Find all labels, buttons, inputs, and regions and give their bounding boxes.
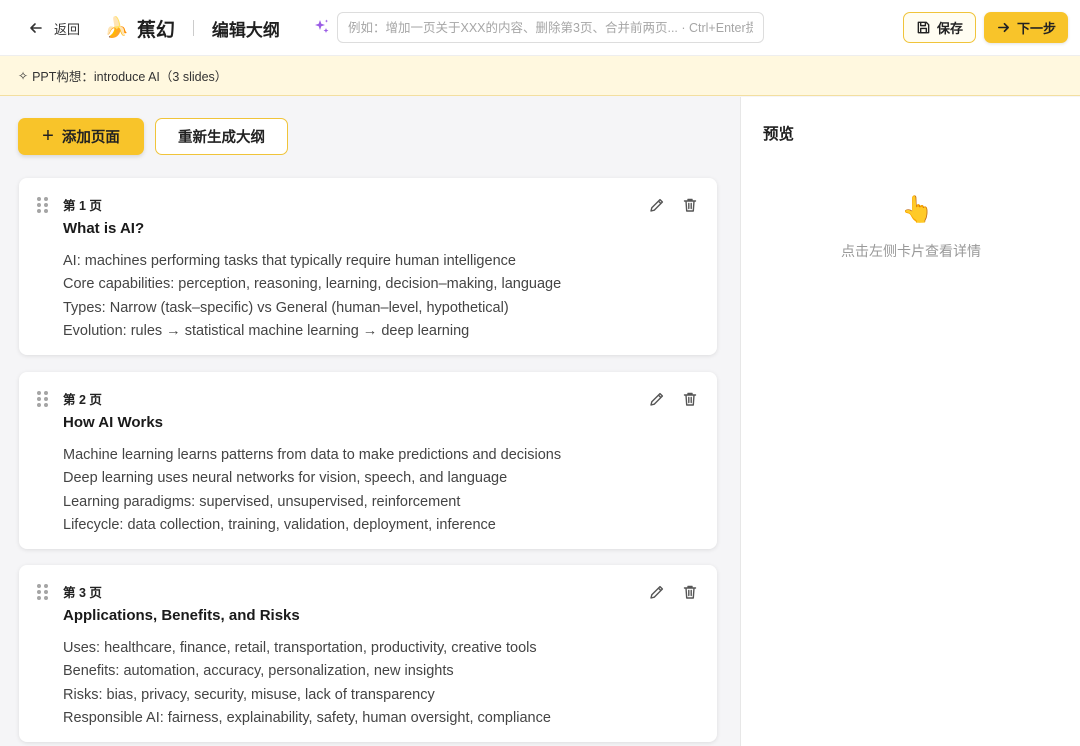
top-header: 返回 🍌 蕉幻 编辑大纲 保存 下一步 <box>0 0 1080 56</box>
page-point: Uses: healthcare, finance, retail, trans… <box>63 640 537 656</box>
add-page-button[interactable]: + 添加页面 <box>18 118 144 155</box>
page-points: AI: machines performing tasks that typic… <box>63 250 561 343</box>
banana-logo-icon: 🍌 <box>104 17 129 39</box>
save-button[interactable]: 保存 <box>903 12 976 43</box>
trash-icon[interactable] <box>681 390 699 408</box>
page-title-text: How AI Works <box>63 414 164 431</box>
page-points: Machine learning learns patterns from da… <box>63 444 561 537</box>
ai-sparkle-icon <box>315 19 329 33</box>
save-label: 保存 <box>936 21 963 36</box>
title-divider <box>192 20 194 36</box>
page-point: Core capabilities: perception, reasoning… <box>63 276 562 293</box>
outline-panel: + 添加页面 重新生成大纲 第 1 页 What is AI? AI: mach… <box>0 97 740 746</box>
brand: 🍌 蕉幻 编辑大纲 <box>104 14 280 42</box>
drag-handle-icon[interactable] <box>37 584 48 600</box>
next-step-button[interactable]: 下一步 <box>984 12 1068 43</box>
plus-icon: + <box>42 124 54 147</box>
arrow-left-icon <box>30 23 42 33</box>
drag-handle-icon[interactable] <box>37 197 48 213</box>
edit-icon[interactable] <box>648 583 666 601</box>
page-point: Learning paradigms: supervised, unsuperv… <box>63 493 461 510</box>
add-page-label: 添加页面 <box>61 130 120 146</box>
page-number: 第 2 页 <box>63 393 102 407</box>
trash-icon[interactable] <box>681 196 699 214</box>
preview-title: 预览 <box>763 126 795 143</box>
preview-hint: 点击左侧卡片查看详情 <box>841 243 981 259</box>
page-point: Responsible AI: fairness, explainability… <box>63 709 551 726</box>
page-card[interactable]: 第 3 页 Applications, Benefits, and Risks … <box>19 565 717 742</box>
edit-icon[interactable] <box>648 390 666 408</box>
next-step-label: 下一步 <box>1016 21 1056 36</box>
page-number: 第 3 页 <box>63 586 102 600</box>
back-button[interactable]: 返回 <box>28 17 80 39</box>
regenerate-outline-button[interactable]: 重新生成大纲 <box>155 118 288 155</box>
page-title-text: Applications, Benefits, and Risks <box>63 607 300 624</box>
edit-icon[interactable] <box>648 196 666 214</box>
sparkle-icon: ✧ <box>18 68 29 83</box>
page-card[interactable]: 第 1 页 What is AI? AI: machines performin… <box>19 178 717 355</box>
page-number: 第 1 页 <box>63 199 102 213</box>
page-point: AI: machines performing tasks that typic… <box>63 253 516 269</box>
page-title: 编辑大纲 <box>211 20 280 40</box>
back-label: 返回 <box>54 21 81 37</box>
page-point: Machine learning learns patterns from da… <box>63 447 562 463</box>
page-point: Risks: bias, privacy, security, misuse, … <box>63 686 435 703</box>
page-points: Uses: healthcare, finance, retail, trans… <box>63 637 551 730</box>
page-point: Evolution: rules → statistical machine l… <box>63 322 470 339</box>
page-point: Deep learning uses neural networks for v… <box>63 470 508 487</box>
page-point: Benefits: automation, accuracy, personal… <box>63 663 454 680</box>
idea-text: PPT构想：introduce AI（3 slides） <box>32 70 228 84</box>
ai-command-input[interactable] <box>337 12 764 43</box>
drag-handle-icon[interactable] <box>37 391 48 407</box>
trash-icon[interactable] <box>681 583 699 601</box>
page-point: Lifecycle: data collection, training, va… <box>63 516 496 533</box>
page-point: Types: Narrow (task–specific) vs General… <box>63 299 509 316</box>
page-title-text: What is AI? <box>63 220 145 237</box>
page-card[interactable]: 第 2 页 How AI Works Machine learning lear… <box>19 372 717 549</box>
regenerate-label: 重新生成大纲 <box>178 130 265 146</box>
save-icon <box>917 21 930 34</box>
pointing-hand-icon: 👆 <box>901 194 934 224</box>
brand-name: 蕉幻 <box>136 19 175 41</box>
arrow-right-icon <box>998 22 1009 33</box>
preview-panel: 预览 👆 点击左侧卡片查看详情 <box>740 97 1080 746</box>
idea-banner: ✧ PPT构想：introduce AI（3 slides） <box>0 56 1080 96</box>
